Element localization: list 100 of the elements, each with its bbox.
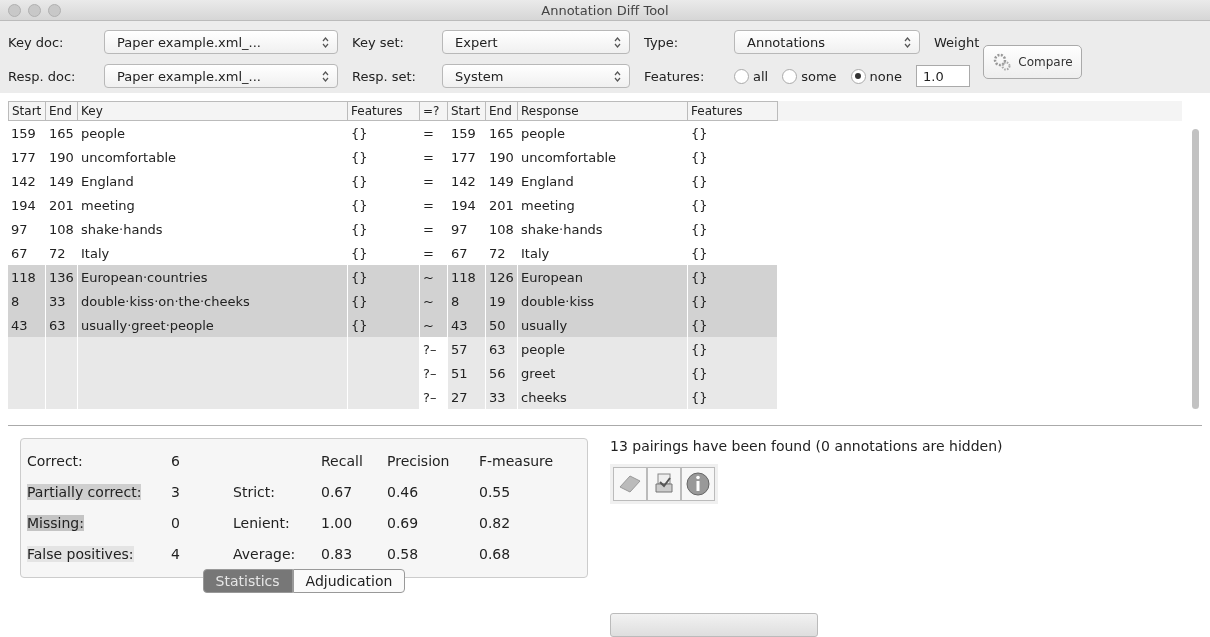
radio-label: all [753, 68, 769, 84]
measure-label: Average: [233, 545, 297, 562]
measure-value: 0.46 [387, 483, 420, 500]
stepper-icon [614, 70, 621, 82]
table-cell: {} [688, 265, 778, 289]
table-cell: 63 [46, 313, 78, 337]
zoom-icon[interactable] [48, 3, 61, 17]
table-cell: 136 [46, 265, 78, 289]
tray-icon [652, 472, 676, 496]
statistic-label: Partially correct: [27, 483, 142, 500]
export-button[interactable] [647, 467, 681, 501]
statistic-value: 0 [171, 514, 181, 531]
table-cell: 43 [448, 313, 486, 337]
table-cell: greet [518, 361, 688, 385]
table-cell: 33 [46, 289, 78, 313]
measure-value: 1.00 [321, 514, 354, 531]
measure-value: 0.83 [321, 545, 354, 562]
table-cell: {} [688, 289, 778, 313]
statistic-label: Missing: [27, 514, 84, 531]
field-label: Type: [644, 34, 680, 50]
compare-button[interactable]: Compare [983, 45, 1082, 79]
stepper-icon [322, 36, 329, 48]
statistic-value: 4 [171, 545, 181, 562]
table-cell: {} [348, 313, 420, 337]
minimize-icon[interactable] [28, 3, 41, 17]
table-cell: {} [688, 385, 778, 409]
document-dropdown[interactable]: Paper example.xml_... [104, 30, 338, 54]
measure-value: 0.69 [387, 514, 420, 531]
tab[interactable]: Adjudication [292, 569, 406, 593]
field-label: Key set: [352, 34, 405, 50]
table-cell: {} [348, 289, 420, 313]
table-cell: 27 [448, 385, 486, 409]
measure-header: F-measure [479, 452, 555, 469]
measure-value: 0.68 [479, 545, 512, 562]
weight-field[interactable]: 1.0 [916, 65, 971, 87]
table-cell: ~ [420, 313, 448, 337]
info-icon [685, 471, 711, 497]
info-button[interactable] [681, 467, 715, 501]
measure-label: Strict: [233, 483, 276, 500]
table-cell: 63 [486, 337, 518, 361]
set-dropdown[interactable]: Expert [442, 30, 630, 54]
column-header[interactable]: Start [8, 101, 46, 121]
table-cell: 118 [448, 265, 486, 289]
measure-header: Precision [387, 452, 451, 469]
close-icon[interactable] [8, 3, 21, 17]
measure-header: Recall [321, 452, 364, 469]
table-cell: {} [688, 337, 778, 361]
table-cell: 8 [8, 289, 46, 313]
scrollbar-thumb[interactable] [1192, 129, 1199, 409]
table-cell: 56 [486, 361, 518, 385]
table-cell: ~ [420, 289, 448, 313]
table-cell: European [518, 265, 688, 289]
stepper-icon [614, 36, 621, 48]
measure-value: 0.58 [387, 545, 420, 562]
stepper-icon [904, 36, 911, 48]
table-cell: 51 [448, 361, 486, 385]
statistic-label: Correct: [27, 452, 83, 469]
column-header[interactable]: Response [518, 101, 688, 121]
table-cell: double·kiss [518, 289, 688, 313]
statistic-label: False positives: [27, 545, 134, 562]
measure-value: 0.55 [479, 483, 512, 500]
document-icon [618, 473, 642, 495]
table-cell: 118 [8, 265, 46, 289]
document-dropdown[interactable]: Paper example.xml_... [104, 64, 338, 88]
table-cell: {} [348, 265, 420, 289]
document-button[interactable] [613, 467, 647, 501]
stepper-icon [322, 70, 329, 82]
field-label: Features: [644, 68, 706, 84]
radio-label: none [869, 68, 903, 84]
field-label: Key doc: [8, 34, 65, 50]
column-header[interactable]: Features [688, 101, 778, 121]
status-message: 13 pairings have been found (0 annotations are hidden) [610, 438, 1003, 454]
column-header[interactable]: Key [78, 101, 348, 121]
table-cell: ~ [420, 265, 448, 289]
table-cell: people [518, 337, 688, 361]
statistic-value: 3 [171, 483, 181, 500]
radio-option[interactable]: all [734, 68, 769, 84]
field-label: Resp. doc: [8, 68, 77, 84]
gear-icon [992, 53, 1013, 71]
radio-option[interactable]: none [850, 68, 903, 84]
table-cell: 8 [448, 289, 486, 313]
table-cell: 43 [8, 313, 46, 337]
table-cell: 57 [448, 337, 486, 361]
table-cell: {} [688, 313, 778, 337]
radio-label: some [801, 68, 837, 84]
table-cell: 126 [486, 265, 518, 289]
radio-option[interactable]: some [782, 68, 837, 84]
table-cell: European·countries [78, 265, 348, 289]
table-cell: 33 [486, 385, 518, 409]
tab[interactable]: Statistics [202, 569, 293, 593]
set-dropdown[interactable]: System [442, 64, 630, 88]
table-cell: 50 [486, 313, 518, 337]
table-cell: {} [688, 361, 778, 385]
type-dropdown[interactable]: Annotations [734, 30, 920, 54]
table-cell: usually [518, 313, 688, 337]
measure-value: 0.82 [479, 514, 512, 531]
field-label: Resp. set: [352, 68, 417, 84]
table-cell: usually·greet·people [78, 313, 348, 337]
table-cell: double·kiss·on·the·cheeks [78, 289, 348, 313]
measure-value: 0.67 [321, 483, 354, 500]
